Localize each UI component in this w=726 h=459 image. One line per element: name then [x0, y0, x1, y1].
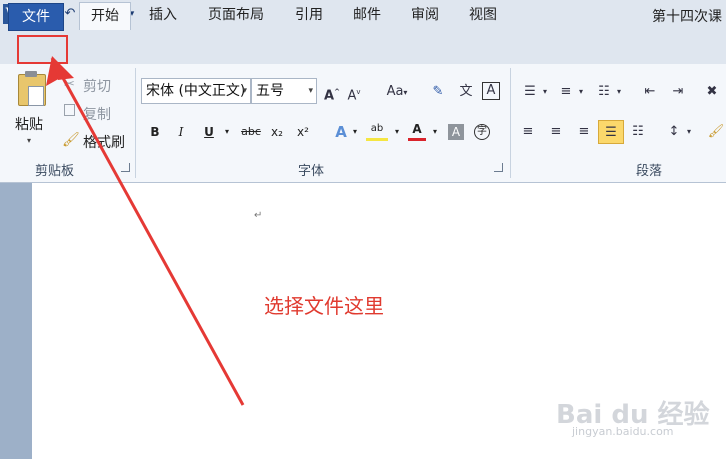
subscript-button[interactable]: x₂	[268, 122, 286, 142]
paragraph-group-label: 段落	[636, 164, 663, 179]
annotation-highlight-box	[17, 35, 68, 64]
grow-font-icon[interactable]: A^	[322, 82, 342, 103]
copy-icon[interactable]	[64, 104, 75, 116]
font-color-dropdown-icon[interactable]: ▾	[430, 122, 440, 142]
font-name-combo[interactable]: 宋体 (中文正文) ▾	[141, 78, 251, 104]
font-size-value: 五号	[256, 83, 284, 99]
line-spacing-dropdown-icon[interactable]: ▾	[684, 122, 694, 142]
format-painter-icon[interactable]: 🖌	[62, 132, 80, 148]
shading-icon[interactable]: 🖌	[706, 122, 726, 142]
superscript-button[interactable]: x²	[294, 122, 312, 142]
clipboard-group-label: 剪贴板	[35, 164, 75, 179]
tab-insert[interactable]: 插入	[142, 2, 184, 30]
increase-indent-icon[interactable]: ⇥	[668, 82, 688, 102]
text-effects-icon[interactable]: A	[332, 122, 350, 142]
phonetic-guide-icon[interactable]: 文	[456, 82, 476, 102]
character-shading-icon[interactable]: A	[448, 124, 464, 140]
numbering-dropdown-icon[interactable]: ▾	[576, 82, 586, 102]
chevron-down-icon: ▾	[242, 86, 247, 96]
font-size-combo[interactable]: 五号 ▾	[251, 78, 317, 104]
align-left-icon[interactable]: ≡	[518, 122, 538, 142]
format-painter-button[interactable]: 格式刷	[83, 132, 125, 152]
strikethrough-button[interactable]: abc	[238, 122, 264, 142]
bullets-dropdown-icon[interactable]: ▾	[540, 82, 550, 102]
line-spacing-icon[interactable]: ↕	[664, 122, 684, 142]
text-effects-dropdown-icon[interactable]: ▾	[350, 122, 360, 142]
decrease-indent-icon[interactable]: ⇤	[640, 82, 660, 102]
tab-home[interactable]: 开始	[79, 2, 131, 30]
clipboard-launcher-icon[interactable]	[121, 163, 130, 172]
paste-button[interactable]: 粘贴	[15, 114, 43, 134]
bullets-icon[interactable]: ☰	[520, 82, 540, 102]
enclose-characters-icon[interactable]: 字	[474, 124, 490, 140]
multilevel-dropdown-icon[interactable]: ▾	[614, 82, 624, 102]
numbering-icon[interactable]: ≡	[556, 82, 576, 102]
tab-references[interactable]: 引用	[288, 2, 330, 30]
tab-review[interactable]: 审阅	[404, 2, 446, 30]
underline-button[interactable]: U	[200, 122, 218, 142]
chevron-down-icon: ▾	[308, 86, 313, 96]
italic-button[interactable]: I	[172, 122, 190, 142]
bold-button[interactable]: B	[146, 122, 164, 142]
change-case-button[interactable]: Aa▾	[382, 82, 412, 102]
font-launcher-icon[interactable]	[494, 163, 503, 172]
multilevel-list-icon[interactable]: ☷	[594, 82, 614, 102]
paragraph-mark: ↵	[254, 210, 263, 221]
shrink-font-icon[interactable]: Av	[344, 82, 364, 103]
watermark-url: jingyan.baidu.com	[572, 425, 674, 438]
paste-dropdown-icon[interactable]: ▾	[27, 136, 31, 145]
distributed-icon[interactable]: ☷	[628, 122, 648, 142]
tab-file[interactable]: 文件	[8, 3, 64, 31]
chinese-layout-icon[interactable]: ✖	[702, 82, 722, 102]
cut-button[interactable]: 剪切	[83, 76, 111, 96]
highlight-dropdown-icon[interactable]: ▾	[392, 122, 402, 142]
font-color-icon[interactable]: A	[408, 122, 426, 141]
group-divider	[510, 68, 511, 178]
cut-icon[interactable]: ✂	[64, 77, 75, 92]
paste-paper-icon	[28, 86, 44, 106]
font-name-value: 宋体 (中文正文)	[146, 83, 246, 99]
left-margin-strip	[0, 183, 32, 459]
highlight-icon[interactable]: ab	[366, 122, 388, 141]
ribbon-tab-bar	[0, 34, 726, 65]
group-divider	[135, 68, 136, 178]
character-border-icon[interactable]: A	[482, 82, 500, 100]
change-case-label: Aa	[386, 84, 404, 99]
document-title: 第十四次课	[652, 9, 722, 25]
tab-view[interactable]: 视图	[462, 2, 504, 30]
clear-format-icon[interactable]: ✎	[428, 82, 448, 102]
align-right-icon[interactable]: ≡	[574, 122, 594, 142]
underline-dropdown-icon[interactable]: ▾	[222, 122, 232, 142]
font-group-label: 字体	[298, 164, 325, 179]
tab-page-layout[interactable]: 页面布局	[200, 2, 272, 30]
justify-icon[interactable]: ☰	[598, 120, 624, 144]
tab-mailings[interactable]: 邮件	[346, 2, 388, 30]
annotation-text: 选择文件这里	[264, 294, 384, 318]
copy-button[interactable]: 复制	[83, 104, 111, 124]
align-center-icon[interactable]: ≡	[546, 122, 566, 142]
